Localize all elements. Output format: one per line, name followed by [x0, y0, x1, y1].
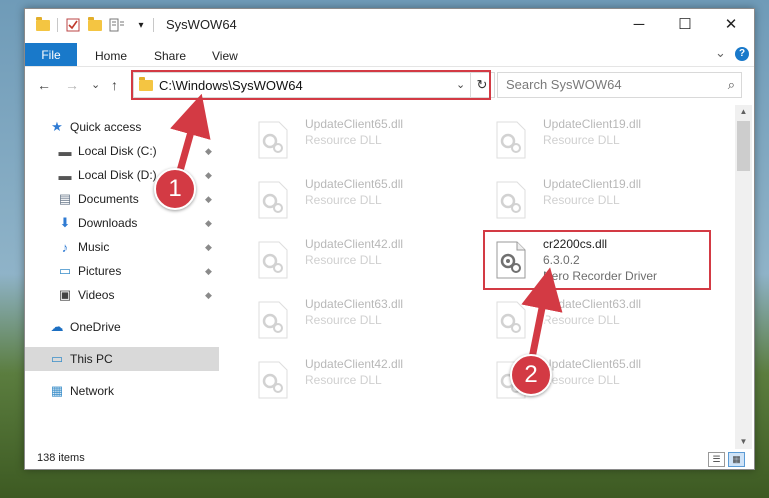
annotation-arrows — [170, 93, 563, 373]
callout-badge-1: 1 — [154, 168, 196, 210]
callout-badge-2: 2 — [510, 354, 552, 396]
